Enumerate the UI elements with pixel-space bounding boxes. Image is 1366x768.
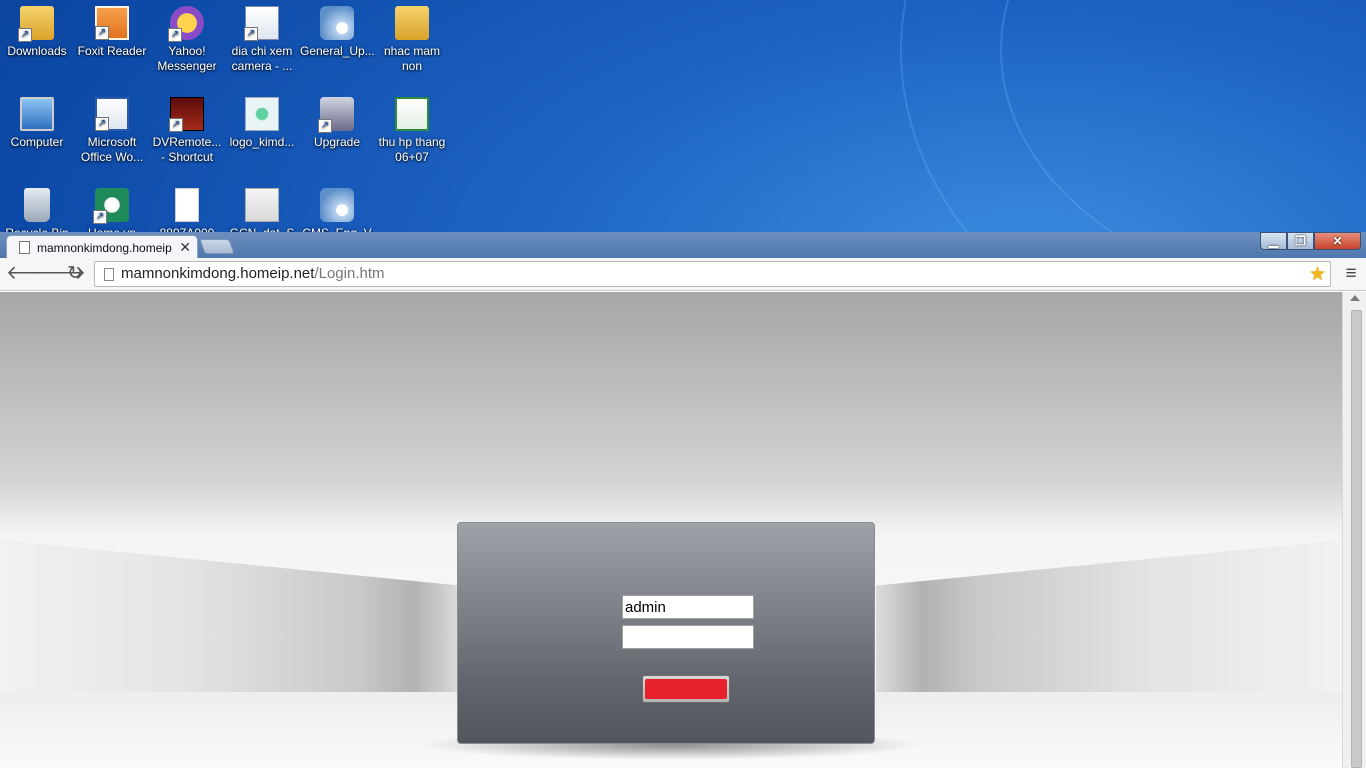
- login-button[interactable]: [642, 675, 730, 703]
- desktop-icon-label: Downloads: [7, 44, 67, 58]
- close-window-button[interactable]: ✕: [1314, 232, 1361, 250]
- word-document-icon: [244, 6, 279, 41]
- desktop-icon-label: thu hp thang 06+07: [378, 135, 446, 164]
- desktop-icon-logo-kimd[interactable]: logo_kimd...: [225, 97, 299, 150]
- desktop-icon-dvremote[interactable]: DVRemote... - Shortcut: [150, 97, 224, 165]
- image-file-icon: [245, 97, 279, 131]
- desktop-icon-nhac-mam-non[interactable]: nhac mam non: [375, 6, 449, 74]
- login-button-face: [645, 679, 727, 699]
- setup-disc-icon: [320, 188, 354, 222]
- back-button[interactable]: 🡐: [6, 263, 57, 285]
- close-icon: ✕: [1332, 234, 1343, 248]
- scroll-up-arrow-icon[interactable]: [1350, 295, 1360, 301]
- document-file-icon: [245, 188, 279, 222]
- page-icon: [19, 241, 30, 254]
- reload-button[interactable]: ↻: [64, 263, 86, 285]
- page-info-icon[interactable]: [104, 268, 114, 281]
- minimize-button[interactable]: ▁: [1260, 232, 1287, 250]
- desktop-icon-thu-hp-thang[interactable]: thu hp thang 06+07: [375, 97, 449, 165]
- folder-icon: [395, 6, 429, 40]
- messenger-icon: [168, 6, 204, 42]
- address-bar[interactable]: mamnonkimdong.homeip.net/Login.htm ★: [94, 261, 1331, 287]
- password-input[interactable]: [622, 625, 754, 649]
- tab-strip: mamnonkimdong.homeip ✕ ▁ ❐ ✕: [0, 232, 1366, 259]
- bookmark-star-icon[interactable]: ★: [1309, 263, 1326, 287]
- desktop-icon-downloads[interactable]: Downloads: [0, 6, 74, 59]
- url-path: /Login.htm: [314, 265, 385, 282]
- recycle-bin-icon: [24, 188, 50, 222]
- desktop-icon-yahoo-messenger[interactable]: Yahoo! Messenger: [150, 6, 224, 74]
- forward-button[interactable]: 🡒: [35, 263, 86, 285]
- reload-icon: ↻: [67, 263, 83, 284]
- desktop-icon-foxit-reader[interactable]: Foxit Reader: [75, 6, 149, 59]
- tab-login-page[interactable]: mamnonkimdong.homeip ✕: [6, 235, 198, 259]
- browser-toolbar: 🡐 🡒 ↻ mamnonkimdong.homeip.net/Login.htm…: [0, 258, 1366, 291]
- desktop-icon-label: nhac mam non: [383, 44, 441, 73]
- desktop-icon-label: Foxit Reader: [77, 44, 147, 58]
- browser-window: mamnonkimdong.homeip ✕ ▁ ❐ ✕ 🡐 🡒 ↻ mamno…: [0, 232, 1366, 768]
- desktop-icon-label: Microsoft Office Wo...: [80, 135, 144, 164]
- desktop-icon-label: logo_kimd...: [229, 135, 295, 149]
- pdf-reader-icon: [95, 6, 129, 40]
- desktop-icon-dia-chi-xem-camera[interactable]: dia chi xem camera - ...: [225, 6, 299, 74]
- upgrade-icon: [318, 97, 354, 133]
- vertical-scrollbar[interactable]: [1342, 292, 1366, 768]
- tab-title: mamnonkimdong.homeip: [37, 241, 172, 255]
- desktop-icon-label: Computer: [10, 135, 64, 149]
- desktop-icon-label: DVRemote... - Shortcut: [152, 135, 222, 164]
- desktop-icon-computer[interactable]: Computer: [0, 97, 74, 150]
- desktop-icon-microsoft-office-word[interactable]: Microsoft Office Wo...: [75, 97, 149, 165]
- home-app-icon: [93, 188, 129, 224]
- blank-file-icon: [175, 188, 199, 222]
- computer-icon: [20, 97, 54, 131]
- username-input[interactable]: [622, 595, 754, 619]
- desktop-icon-upgrade[interactable]: Upgrade: [300, 97, 374, 150]
- word-icon: [95, 97, 129, 131]
- restore-icon: ❐: [1295, 234, 1306, 248]
- close-tab-icon[interactable]: ✕: [179, 239, 191, 256]
- minimize-icon: ▁: [1268, 234, 1279, 248]
- dvr-remote-icon: [169, 97, 204, 132]
- downloads-folder-icon: [18, 6, 54, 42]
- browser-menu-button[interactable]: ≡: [1342, 263, 1360, 285]
- login-panel: [457, 522, 875, 744]
- page-viewport: [0, 292, 1342, 768]
- new-tab-button[interactable]: [199, 239, 235, 254]
- hamburger-menu-icon: ≡: [1345, 263, 1357, 284]
- desktop-icon-label: Yahoo! Messenger: [157, 44, 217, 73]
- desktop-icon-label: Upgrade: [313, 135, 361, 149]
- setup-disc-icon: [320, 6, 354, 40]
- desktop-icon-general-up[interactable]: General_Up...: [300, 6, 375, 59]
- scrollbar-thumb[interactable]: [1351, 310, 1362, 768]
- desktop-icon-label: dia chi xem camera - ...: [231, 44, 293, 73]
- desktop-icon-label: General_Up...: [300, 44, 375, 58]
- excel-file-icon: [395, 97, 429, 131]
- maximize-button[interactable]: ❐: [1287, 232, 1314, 250]
- url-host: mamnonkimdong.homeip.net: [121, 265, 315, 282]
